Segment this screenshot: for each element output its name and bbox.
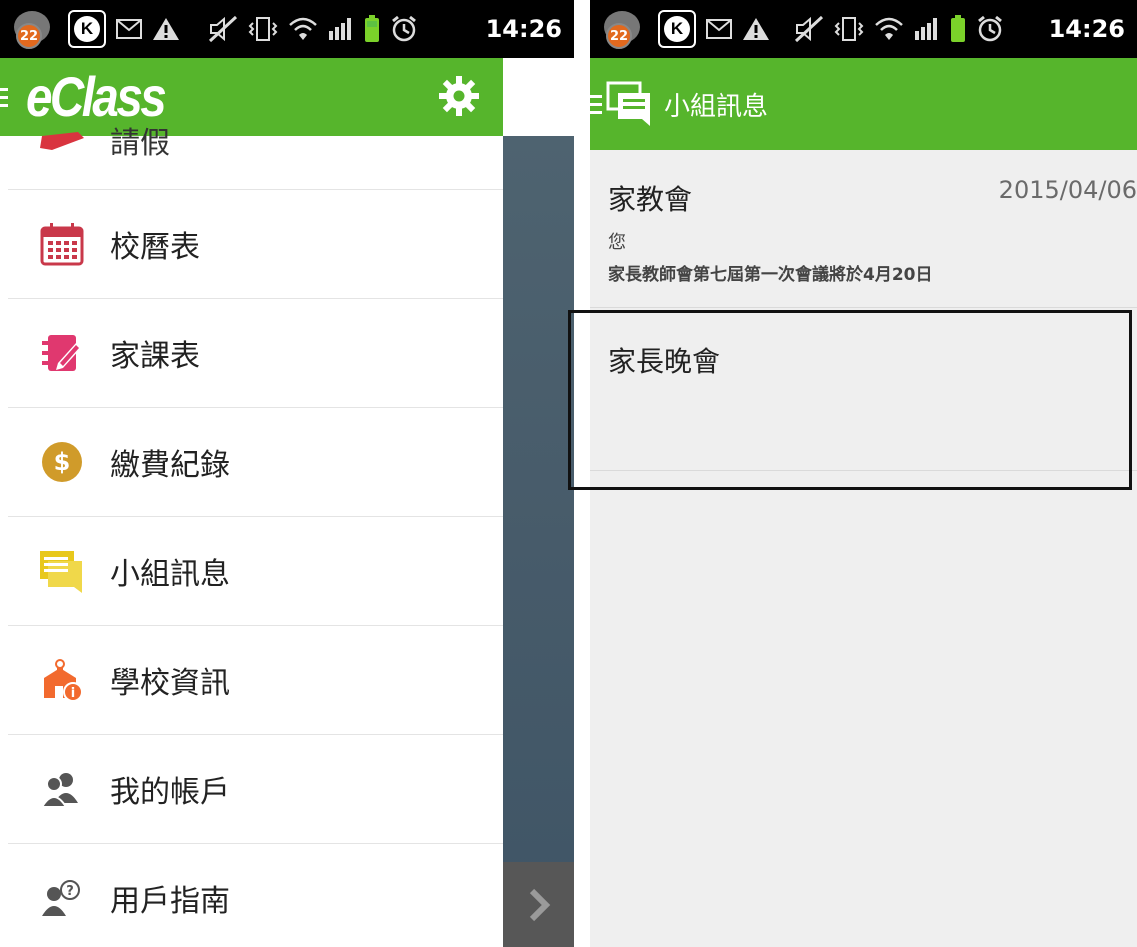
notification-badge-icon: 22 — [14, 9, 58, 49]
menu-icon[interactable] — [0, 87, 10, 107]
warning-icon — [742, 17, 770, 41]
wifi-icon — [288, 16, 318, 42]
leave-icon — [38, 130, 86, 154]
message-preview: 家長教師會第七屆第一次會議將於4月20日 — [608, 265, 933, 285]
settings-button[interactable] — [437, 74, 481, 118]
message-item[interactable]: 家教會 2015/04/06 您 家長教師會第七屆第一次會議將於4月20日 — [590, 150, 1137, 308]
mute-icon — [794, 15, 824, 43]
badge-count: 22 — [16, 23, 42, 49]
alarm-icon — [390, 15, 418, 43]
app-bar: eClass — [0, 58, 503, 136]
svg-text:$: $ — [54, 448, 71, 476]
menu-item-group-message[interactable]: 小組訊息 — [8, 517, 503, 626]
highlight-box — [568, 310, 1132, 490]
menu-item-label: 家課表 — [110, 339, 200, 374]
navigation-drawer: 請假 校曆表 家課表 $ 繳費紀錄 小組訊息 i 學校資訊 我的帳戶 ? 用戶指… — [0, 126, 503, 947]
menu-item-label: 學校資訊 — [110, 666, 230, 701]
k-app-icon: K — [658, 10, 696, 48]
menu-item-label: 用戶指南 — [110, 884, 230, 919]
menu-item-leave[interactable]: 請假 — [8, 126, 503, 190]
account-icon — [38, 765, 86, 813]
group-message-icon — [606, 81, 654, 127]
mail-icon — [706, 19, 732, 39]
svg-text:?: ? — [66, 884, 74, 899]
menu-item-label: 我的帳戶 — [110, 775, 230, 810]
status-bar: 22 K 14:26 — [590, 0, 1137, 58]
user-guide-icon: ? — [38, 874, 86, 922]
menu-item-calendar[interactable]: 校曆表 — [8, 190, 503, 299]
badge-count: 22 — [606, 23, 632, 49]
status-time: 14:26 — [485, 15, 562, 43]
svg-text:i: i — [71, 686, 75, 701]
app-bar: 小組訊息 — [590, 58, 1137, 150]
battery-icon — [950, 15, 966, 43]
message-title: 家教會 — [608, 183, 693, 216]
menu-item-account[interactable]: 我的帳戶 — [8, 735, 503, 844]
k-app-icon: K — [68, 10, 106, 48]
group-message-icon — [38, 547, 86, 595]
menu-item-label: 校曆表 — [110, 230, 200, 265]
app-logo: eClass — [26, 65, 167, 128]
menu-item-user-guide[interactable]: ? 用戶指南 — [8, 844, 503, 947]
menu-item-label: 繳費紀錄 — [110, 448, 230, 483]
vibrate-icon — [834, 15, 864, 43]
vibrate-icon — [248, 15, 278, 43]
calendar-icon — [38, 220, 86, 268]
battery-icon — [364, 15, 380, 43]
menu-item-homework[interactable]: 家課表 — [8, 299, 503, 408]
gear-icon — [439, 76, 479, 116]
notification-badge-icon: 22 — [604, 9, 648, 49]
mail-icon — [116, 19, 142, 39]
menu-item-label: 請假 — [110, 126, 170, 161]
warning-icon — [152, 17, 180, 41]
status-bar: 22 K 14:26 — [0, 0, 574, 58]
menu-item-school-info[interactable]: i 學校資訊 — [8, 626, 503, 735]
wifi-icon — [874, 16, 904, 42]
chevron-right-icon — [529, 888, 550, 921]
status-time: 14:26 — [1048, 15, 1125, 43]
signal-icon — [328, 17, 354, 41]
menu-item-label: 小組訊息 — [110, 557, 230, 592]
menu-icon[interactable] — [590, 94, 602, 114]
menu-item-payment[interactable]: $ 繳費紀錄 — [8, 408, 503, 517]
homework-icon — [38, 329, 86, 377]
alarm-icon — [976, 15, 1004, 43]
school-info-icon: i — [38, 656, 86, 704]
signal-icon — [914, 17, 940, 41]
page-title: 小組訊息 — [664, 91, 769, 122]
next-button[interactable] — [503, 862, 574, 947]
mute-icon — [208, 15, 238, 43]
drawer-scrim[interactable] — [503, 136, 574, 947]
message-sender: 您 — [608, 232, 626, 253]
left-screen: 22 K 14:26 eClass 請假 校曆表 家課表 $ 繳費紀錄 小組訊息… — [0, 0, 574, 947]
dollar-icon: $ — [38, 438, 86, 486]
message-date: 2015/04/06 — [998, 176, 1137, 204]
